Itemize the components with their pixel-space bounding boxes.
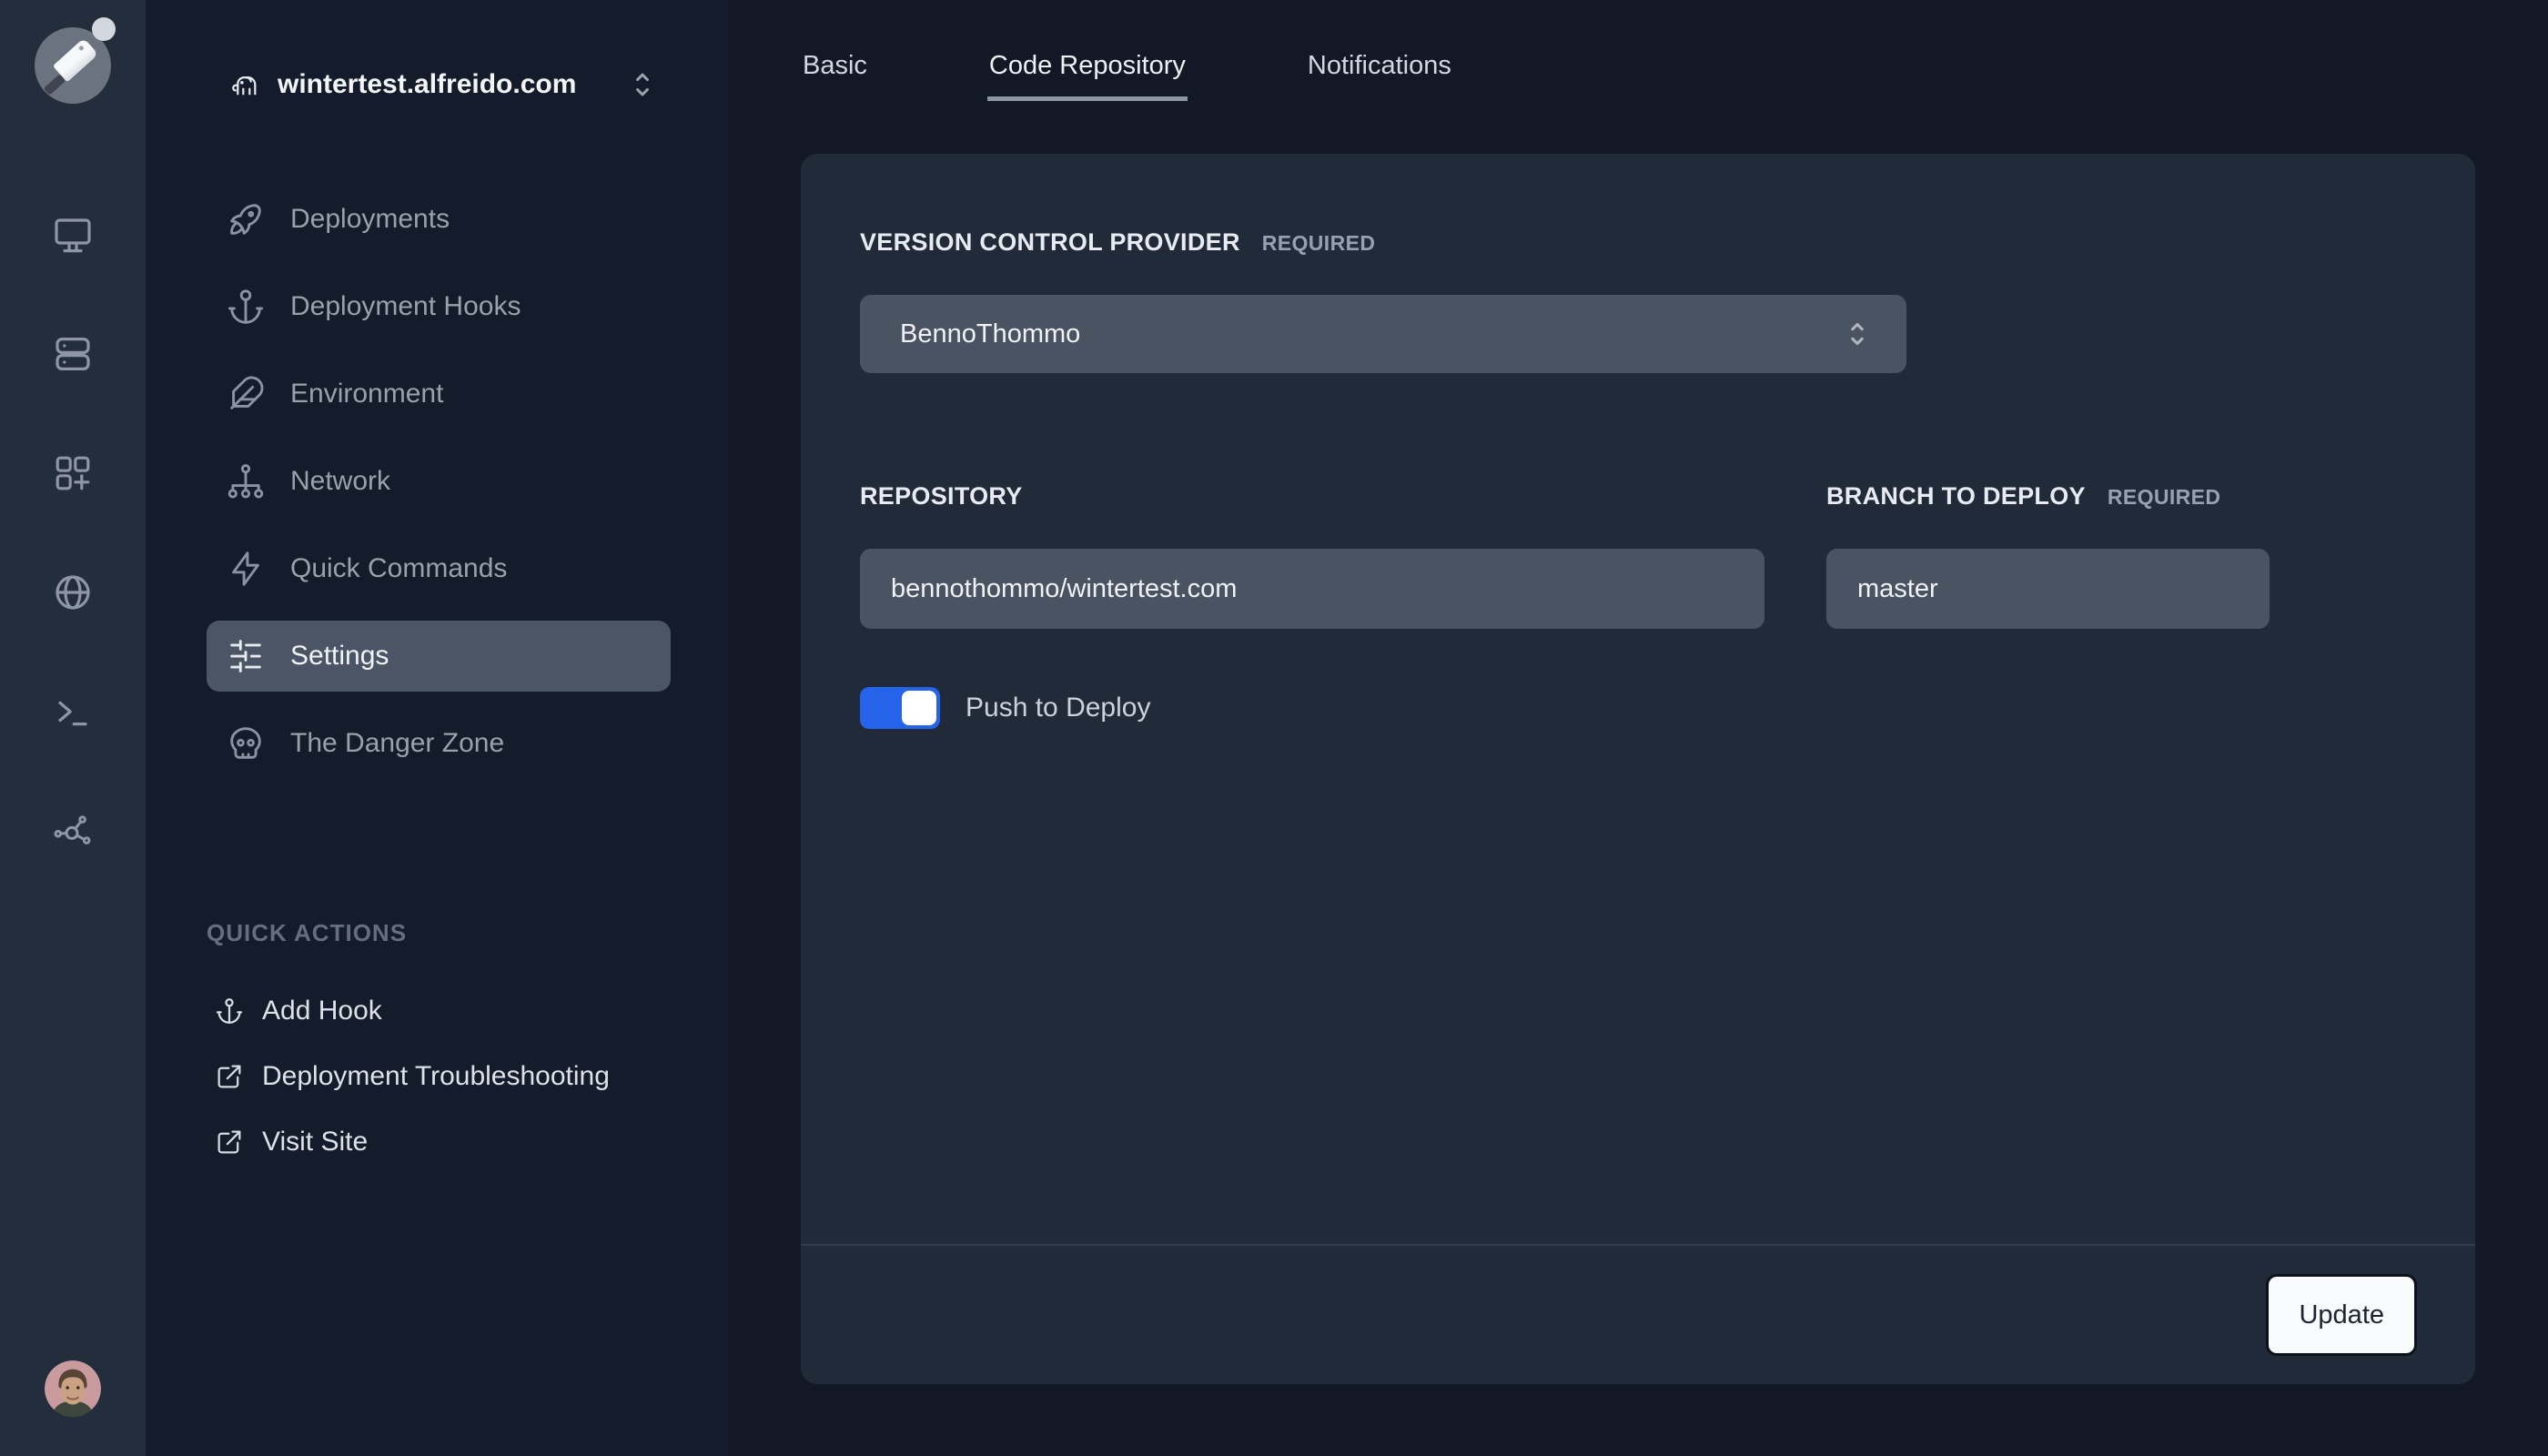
quick-action-label: Visit Site [262,1127,369,1157]
selector-chevrons-icon [636,73,650,96]
select-chevrons-icon [1851,322,1864,346]
hierarchy-icon [228,464,264,499]
quick-actions: Add Hook Deployment Troubleshooting Visi… [207,978,671,1175]
notification-dot-icon [92,17,116,41]
sidebar-item-label: Quick Commands [290,553,508,583]
branch-input[interactable] [1826,549,2270,629]
quick-actions-heading: QUICK ACTIONS [207,919,408,946]
sidebar-item-network[interactable]: Network [207,446,671,517]
rail-item-servers[interactable] [51,332,95,376]
tab-code-repository[interactable]: Code Repository [986,51,1188,101]
user-photo-avatar [45,1360,101,1417]
card-body: VERSION CONTROL PROVIDER REQUIRED BennoT… [801,154,2475,1244]
vcs-label-row: VERSION CONTROL PROVIDER REQUIRED [860,228,2416,257]
sidebar-item-label: Settings [290,641,389,671]
quick-action-label: Deployment Troubleshooting [262,1061,610,1091]
globe-icon [56,575,90,610]
site-name: wintertest.alfreido.com [278,69,577,99]
sidebar-item-environment[interactable]: Environment [207,359,671,430]
sidebar-item-label: Deployment Hooks [290,291,521,321]
app-root: wintertest.alfreido.com Deployments Depl… [0,0,2548,1456]
sidebar-item-label: Environment [290,379,444,409]
sidebar-item-settings[interactable]: Settings [207,621,671,692]
main-content: Basic Code Repository Notifications VERS… [728,0,2548,1456]
branch-label: BRANCH TO DEPLOY [1826,482,2086,510]
sidebar-item-label: Deployments [290,204,450,234]
sidebar-item-label: The Danger Zone [290,728,505,758]
code-repository-card: VERSION CONTROL PROVIDER REQUIRED BennoT… [801,154,2475,1384]
branch-required-badge: REQUIRED [2107,485,2221,509]
rail-item-terminal[interactable] [51,690,95,733]
rail-item-domains[interactable] [51,571,95,614]
tab-basic[interactable]: Basic [801,51,869,101]
push-to-deploy-label: Push to Deploy [966,693,1151,723]
anchor-icon [216,998,243,1024]
sliders-icon [230,640,261,672]
repository-input[interactable] [860,549,1764,629]
update-button[interactable]: Update [2266,1274,2417,1356]
branch-field-group: BRANCH TO DEPLOY REQUIRED [1826,482,2270,629]
rocket-icon [230,204,261,235]
push-to-deploy-toggle[interactable] [860,687,940,729]
settings-tabs: Basic Code Repository Notifications [801,51,2548,101]
servers-icon [56,337,90,371]
elephant-icon [232,76,257,96]
quick-action-deployment-troubleshooting[interactable]: Deployment Troubleshooting [207,1044,671,1109]
feather-icon [230,376,264,410]
sidebar-item-deployments[interactable]: Deployments [207,184,671,255]
skull-icon [230,727,261,759]
vcs-required-badge: REQUIRED [1261,231,1376,255]
vcs-select-value: BennoThommo [900,318,1081,349]
vcs-select[interactable]: BennoThommo [860,295,1906,373]
rail-item-servers-monitor[interactable] [51,213,95,257]
sidebar-item-label: Network [290,466,391,496]
vcs-label: VERSION CONTROL PROVIDER [860,228,1240,256]
rail-item-apps[interactable] [51,451,95,495]
rail-nav [51,213,95,853]
push-to-deploy-row: Push to Deploy [860,687,2416,729]
quick-action-label: Add Hook [262,996,382,1026]
terminal-icon [58,701,87,726]
card-footer: Update [801,1244,2475,1384]
user-avatar[interactable] [45,1360,101,1417]
repo-branch-row: REPOSITORY BRANCH TO DEPLOY REQUIRED [860,482,2416,629]
network-hub-icon [54,815,91,844]
rail-item-network[interactable] [51,809,95,853]
sidebar-item-danger-zone[interactable]: The Danger Zone [207,708,671,779]
external-link-icon [217,1130,241,1154]
sidebar-item-quick-commands[interactable]: Quick Commands [207,533,671,604]
anchor-icon [228,289,264,324]
icon-rail [0,0,146,1456]
site-sidebar: wintertest.alfreido.com Deployments Depl… [146,0,728,1456]
external-link-icon [217,1065,241,1088]
quick-action-add-hook[interactable]: Add Hook [207,978,671,1044]
apps-plus-icon [56,456,90,490]
app-logo[interactable] [35,17,116,104]
monitor-icon [55,218,91,253]
site-selector[interactable]: wintertest.alfreido.com [228,64,671,106]
quick-action-visit-site[interactable]: Visit Site [207,1109,671,1175]
toggle-knob [902,691,936,725]
repository-field-group: REPOSITORY [860,482,1764,629]
sidebar-item-deployment-hooks[interactable]: Deployment Hooks [207,271,671,342]
repository-label: REPOSITORY [860,482,1023,510]
tab-notifications[interactable]: Notifications [1306,51,1453,101]
bolt-icon [232,551,259,586]
site-menu: Deployments Deployment Hooks Environment… [207,184,671,795]
